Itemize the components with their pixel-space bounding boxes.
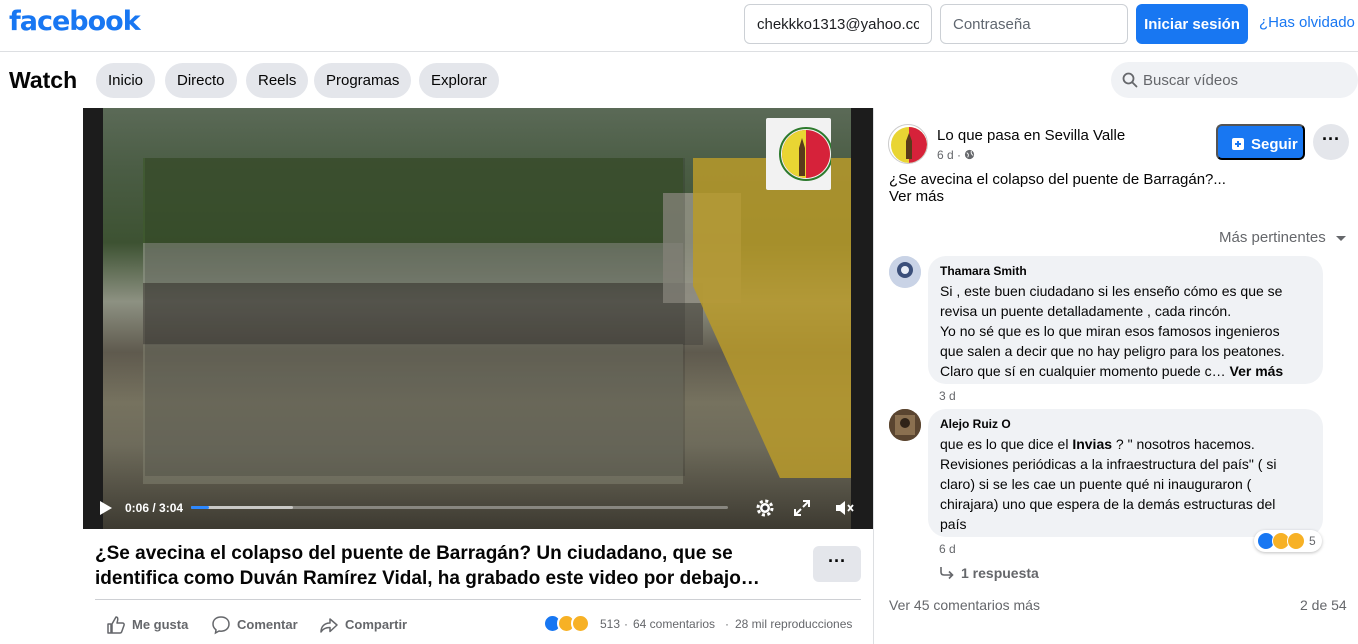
page-title: Watch — [9, 67, 78, 93]
comment-page-count: 2 de 54 — [1300, 597, 1347, 613]
password-field[interactable] — [940, 4, 1128, 44]
tab-reels[interactable]: Reels — [246, 63, 309, 98]
comment-reactions[interactable]: 5 — [1254, 530, 1322, 552]
comment-line: país — [940, 516, 967, 532]
follow-icon — [1232, 138, 1244, 150]
tab-explorar[interactable]: Explorar — [419, 63, 499, 98]
comment-sort-dropdown[interactable]: Más pertinentes — [1219, 229, 1346, 246]
comment-bubble: Alejo Ruiz O que es lo que dice el Invia… — [928, 409, 1323, 537]
comment-line: que es lo que dice el Invias ? " nosotro… — [940, 434, 1311, 454]
divider — [95, 599, 861, 600]
comments-count[interactable]: 64 comentarios — [633, 617, 715, 631]
comment-line: chirajara) uno que espera de la demás es… — [940, 496, 1276, 512]
post-description: ¿Se avecina el colapso del puente de Bar… — [889, 171, 1226, 188]
login-button[interactable]: Iniciar sesión — [1136, 4, 1248, 44]
globe-icon — [965, 149, 975, 160]
share-label: Compartir — [345, 617, 408, 632]
search-input[interactable] — [1143, 62, 1353, 98]
mute-icon[interactable] — [835, 499, 855, 517]
comment-line: Si , este buen ciudadano si les enseño c… — [940, 283, 1283, 299]
replies-label: 1 respuesta — [961, 565, 1039, 581]
reply-arrow-icon — [940, 567, 954, 580]
separator: · — [624, 617, 628, 631]
post-title: ¿Se avecina el colapso del puente de Bar… — [95, 541, 795, 591]
search-box[interactable] — [1111, 62, 1358, 98]
commenter-name[interactable]: Alejo Ruiz O — [940, 417, 1311, 431]
video-frame-overlay — [145, 158, 685, 476]
post-title-line-1: ¿Se avecina el colapso del puente de Bar… — [95, 543, 733, 564]
comment-line: que salen a decir que no hay peligro par… — [940, 343, 1285, 359]
watch-nav-bar: Watch Inicio Directo Reels Programas Exp… — [0, 53, 1358, 108]
comment-line: claro) si se les cae un puente qué ni in… — [940, 476, 1252, 492]
comment-icon — [212, 616, 230, 635]
forgot-password-link[interactable]: ¿Has olvidado la contraseña? — [1259, 14, 1358, 31]
separator: · — [725, 617, 729, 631]
comment-line: Revisiones periódicas a la infraestructu… — [940, 456, 1277, 472]
comment-see-more-link[interactable]: Ver más — [1230, 363, 1284, 379]
video-time: 0:06 / 3:04 — [125, 501, 184, 515]
comment-tag-link[interactable]: Invias — [1072, 436, 1112, 452]
comment-bubble: Thamara Smith Si , este buen ciudadano s… — [928, 256, 1323, 384]
sad-reaction-icon — [571, 614, 590, 633]
fullscreen-icon[interactable] — [793, 499, 811, 517]
facebook-logo[interactable]: facebook — [9, 6, 141, 37]
post-more-button[interactable]: ··· — [813, 546, 861, 582]
search-icon — [1122, 72, 1138, 88]
post-time-label: 6 d · — [937, 148, 962, 162]
comment-line-text: que es lo que dice el — [940, 436, 1073, 452]
comment-line: revisa un puente detalladamente , cada r… — [940, 303, 1232, 319]
channel-watermark-logo — [766, 118, 831, 190]
views-count: 28 mil reproducciones — [735, 617, 853, 631]
top-bar: facebook Iniciar sesión ¿Has olvidado la… — [0, 0, 1358, 52]
post-title-line-2: identifica como Duván Ramírez Vidal, ha … — [95, 568, 760, 589]
tab-inicio[interactable]: Inicio — [96, 63, 156, 98]
post-timestamp[interactable]: 6 d · — [937, 148, 975, 162]
comment-avatar[interactable] — [889, 409, 921, 441]
page-more-button[interactable]: ··· — [1313, 124, 1349, 160]
comment-line-text: ? " nosotros hacemos. — [1112, 436, 1255, 452]
follow-label: Seguir — [1251, 136, 1298, 153]
page-name[interactable]: Lo que pasa en Sevilla Valle — [937, 127, 1125, 144]
email-field[interactable] — [744, 4, 932, 44]
commenter-name[interactable]: Thamara Smith — [940, 264, 1311, 278]
comment-sort-label: Más pertinentes — [1219, 229, 1326, 246]
comment-line: Yo no sé que es lo que miran esos famoso… — [940, 323, 1280, 339]
video-controls: 0:06 / 3:04 — [83, 487, 873, 529]
comment-avatar[interactable] — [889, 256, 921, 288]
see-more-link[interactable]: Ver más — [889, 188, 944, 205]
wow-reaction-icon — [1287, 532, 1305, 550]
video-player[interactable] — [83, 108, 873, 529]
share-icon — [320, 618, 338, 633]
chevron-down-icon — [1336, 236, 1346, 241]
reaction-count[interactable]: 513 — [600, 617, 620, 631]
video-scene-bridge — [693, 158, 851, 478]
tab-directo[interactable]: Directo — [165, 63, 237, 98]
comment-line: Claro que sí en cualquier momento puede … — [940, 361, 1311, 381]
view-more-comments-link[interactable]: Ver 45 comentarios más — [889, 597, 1040, 613]
progress-fill — [191, 506, 209, 509]
video-frame[interactable] — [103, 108, 851, 529]
tab-programas[interactable]: Programas — [314, 63, 412, 98]
comment-time[interactable]: 3 d — [939, 389, 956, 403]
progress-bar[interactable] — [191, 506, 728, 509]
page-avatar[interactable] — [888, 124, 928, 164]
comment-time[interactable]: 6 d — [939, 542, 956, 556]
comment-reaction-count: 5 — [1309, 534, 1316, 548]
like-icon — [107, 616, 125, 634]
settings-icon[interactable] — [754, 497, 776, 519]
follow-button[interactable]: Seguir — [1216, 124, 1305, 160]
play-icon[interactable] — [99, 500, 113, 516]
like-label: Me gusta — [132, 617, 189, 632]
comment-label: Comentar — [237, 617, 298, 632]
comment-line-text: Claro que sí en cualquier momento puede … — [940, 363, 1226, 379]
